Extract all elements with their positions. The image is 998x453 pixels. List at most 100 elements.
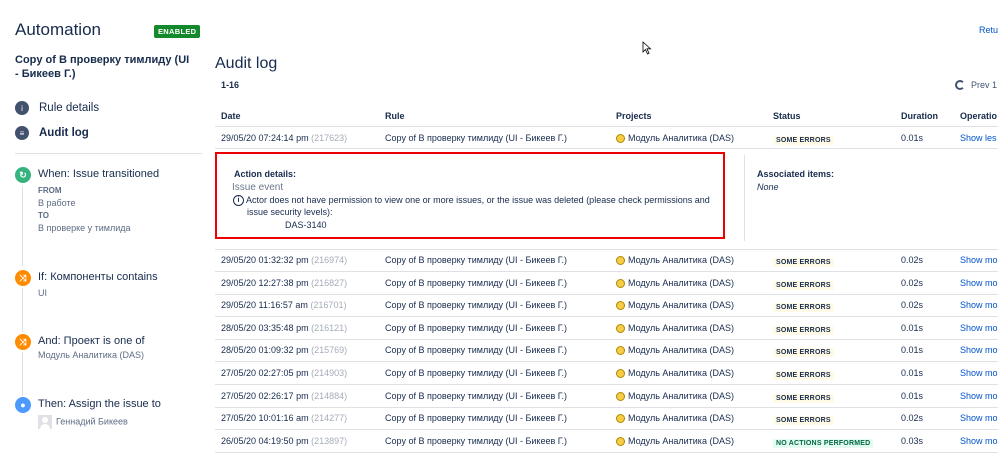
status-lozenge: SOME ERRORS bbox=[773, 394, 834, 403]
row-date: 28/05/20 03:35:48 pm (216121) bbox=[221, 323, 347, 333]
status-lozenge: SOME ERRORS bbox=[773, 416, 834, 425]
show-more-link[interactable]: Show mo bbox=[960, 278, 998, 288]
row-divider bbox=[215, 271, 998, 272]
component-action-assign[interactable]: ● Then: Assign the issue to Геннадий Бик… bbox=[15, 397, 205, 433]
row-duration: 0.03s bbox=[901, 436, 924, 446]
row-status: SOME ERRORS bbox=[773, 414, 834, 425]
show-more-link[interactable]: Show mo bbox=[960, 413, 998, 423]
row-project: Модуль Аналитика (DAS) bbox=[616, 345, 734, 356]
status-lozenge: SOME ERRORS bbox=[773, 136, 834, 145]
row-duration: 0.02s bbox=[901, 300, 924, 310]
project-icon bbox=[616, 369, 625, 379]
show-more-link[interactable]: Show mo bbox=[960, 300, 998, 310]
trigger-icon: ↻ bbox=[15, 167, 31, 183]
show-more-link[interactable]: Show mo bbox=[960, 368, 998, 378]
project-icon bbox=[616, 346, 625, 356]
row-duration: 0.02s bbox=[901, 278, 924, 288]
show-more-link[interactable]: Show mo bbox=[960, 391, 998, 401]
project-icon bbox=[616, 256, 625, 266]
status-lozenge: SOME ERRORS bbox=[773, 281, 834, 290]
row-date: 27/05/20 10:01:16 am (214277) bbox=[221, 413, 347, 423]
component-title: When: Issue transitioned bbox=[38, 168, 160, 180]
mouse-cursor-icon bbox=[642, 41, 652, 55]
project-icon bbox=[616, 392, 625, 402]
row-rule: Copy of В проверку тимлиду (UI - Бикеев … bbox=[385, 300, 568, 310]
row-date: 29/05/20 12:27:38 pm (216827) bbox=[221, 278, 347, 288]
return-link[interactable]: Retu bbox=[979, 25, 998, 35]
header-divider bbox=[215, 126, 998, 127]
page-number[interactable]: 1 bbox=[992, 80, 997, 90]
user-icon: ● bbox=[15, 397, 31, 413]
date-value: 29/05/20 12:27:38 pm bbox=[221, 278, 309, 288]
nav-audit-log[interactable]: ≡ Audit log bbox=[15, 124, 89, 142]
row-status: SOME ERRORS bbox=[773, 346, 834, 357]
show-more-link[interactable]: Show mo bbox=[960, 323, 998, 333]
header-status: Status bbox=[773, 111, 801, 121]
row-date: 29/05/20 11:16:57 am (216701) bbox=[221, 300, 346, 310]
info-icon: i bbox=[15, 101, 29, 115]
execution-id: (214884) bbox=[311, 391, 348, 401]
date-value: 27/05/20 02:27:05 pm bbox=[221, 368, 309, 378]
pagination[interactable]: Prev 1 bbox=[955, 80, 997, 90]
component-trigger[interactable]: ↻ When: Issue transitioned FROM В работе… bbox=[15, 167, 205, 237]
row-status: SOME ERRORS bbox=[773, 369, 834, 380]
show-more-link[interactable]: Show mo bbox=[960, 345, 998, 355]
project-icon bbox=[616, 134, 625, 144]
header-projects: Projects bbox=[616, 111, 652, 121]
result-range: 1-16 bbox=[221, 80, 240, 90]
row-rule: Copy of В проверку тимлиду (UI - Бикеев … bbox=[385, 368, 568, 378]
shuffle-icon: ⤨ bbox=[15, 270, 31, 286]
row-project: Модуль Аналитика (DAS) bbox=[616, 255, 734, 266]
date-value: 29/05/20 01:32:32 pm bbox=[221, 255, 309, 265]
show-more-link[interactable]: Show mo bbox=[960, 255, 998, 265]
show-more-link[interactable]: Show mo bbox=[960, 436, 998, 446]
project-name: Модуль Аналитика (DAS) bbox=[628, 133, 734, 143]
show-less-link[interactable]: Show les bbox=[960, 133, 997, 143]
row-project: Модуль Аналитика (DAS) bbox=[616, 436, 734, 447]
to-value: В проверке у тимлида bbox=[38, 223, 131, 233]
header-duration: Duration bbox=[901, 111, 938, 121]
status-badge: ENABLED bbox=[154, 25, 201, 38]
prev-link[interactable]: Prev bbox=[971, 80, 990, 90]
issue-key[interactable]: DAS-3140 bbox=[285, 220, 327, 230]
page-title: Audit log bbox=[215, 55, 278, 72]
project-name: Модуль Аналитика (DAS) bbox=[628, 255, 734, 265]
info-icon: i bbox=[233, 195, 244, 207]
list-icon: ≡ bbox=[15, 126, 29, 140]
avatar bbox=[38, 415, 52, 429]
component-title: Then: Assign the issue to bbox=[38, 398, 161, 410]
row-divider bbox=[215, 361, 998, 362]
project-name: Модуль Аналитика (DAS) bbox=[628, 436, 734, 446]
status-lozenge: SOME ERRORS bbox=[773, 326, 834, 335]
project-name: Модуль Аналитика (DAS) bbox=[628, 368, 734, 378]
row-date: 29/05/20 01:32:32 pm (216974) bbox=[221, 255, 347, 265]
date-value: 29/05/20 07:24:14 pm bbox=[221, 133, 309, 143]
refresh-icon[interactable] bbox=[955, 80, 965, 90]
nav-rule-details[interactable]: i Rule details bbox=[15, 99, 99, 117]
row-divider bbox=[215, 429, 998, 430]
execution-id: (216974) bbox=[311, 255, 348, 265]
row-rule: Copy of В проверку тимлиду (UI - Бикеев … bbox=[385, 413, 568, 423]
execution-id: (216701) bbox=[310, 300, 347, 310]
from-value: В работе bbox=[38, 198, 76, 208]
execution-id: (214277) bbox=[311, 413, 348, 423]
date-value: 28/05/20 01:09:32 pm bbox=[221, 345, 309, 355]
component-condition-project[interactable]: ⤨ And: Проект is one of Модуль Аналитика… bbox=[15, 334, 205, 364]
row-date: 29/05/20 07:24:14 pm (217623) bbox=[221, 133, 347, 143]
execution-id: (215769) bbox=[311, 345, 348, 355]
project-icon bbox=[616, 324, 625, 334]
component-condition-components[interactable]: ⤨ If: Компоненты contains UI bbox=[15, 270, 205, 300]
from-key: FROM bbox=[38, 186, 62, 195]
row-project: Модуль Аналитика (DAS) bbox=[616, 300, 734, 311]
row-divider bbox=[215, 384, 998, 385]
sidebar-divider bbox=[15, 153, 202, 154]
project-icon bbox=[616, 301, 625, 311]
nav-label: Audit log bbox=[39, 127, 89, 139]
row-divider bbox=[215, 339, 998, 340]
header-date: Date bbox=[221, 111, 241, 121]
execution-id: (214903) bbox=[311, 368, 348, 378]
status-lozenge: SOME ERRORS bbox=[773, 371, 834, 380]
project-name: Модуль Аналитика (DAS) bbox=[628, 391, 734, 401]
row-project: Модуль Аналитика (DAS) bbox=[616, 133, 734, 144]
row-date: 27/05/20 02:26:17 pm (214884) bbox=[221, 391, 347, 401]
